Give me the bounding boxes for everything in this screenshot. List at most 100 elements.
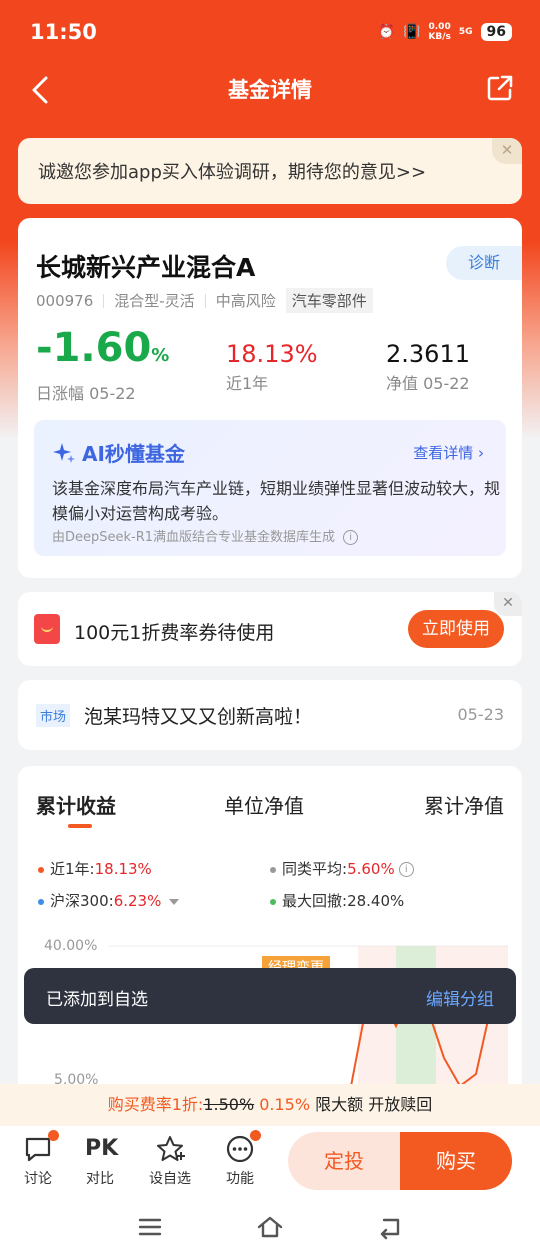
net-speed: 0.00 KB/s [428,22,450,42]
fund-type: 混合型-灵活 [114,292,195,310]
legend-near-year: 近1年:18.13% [38,858,152,879]
fee-discounted: 0.15% [259,1095,311,1114]
fund-summary-card: 长城新兴产业混合A 诊断 000976 混合型-灵活 中高风险 汽车零部件 -1… [18,218,522,418]
legend-value: 6.23% [113,892,162,910]
pk-icon: PK [85,1136,119,1161]
toast-notification: 已添加到自选 编辑分组 [24,968,516,1024]
chart-tabs: 累计收益 单位净值 累计净值 [18,790,522,830]
home-icon[interactable] [256,1214,284,1240]
year-return-metric: 18.13% 近1年 [226,340,318,394]
performance-chart-card: 累计收益 单位净值 累计净值 近1年:18.13% 同类平均:5.60% i 沪深… [18,766,522,1126]
coupon-banner: 100元1折费率券待使用 立即使用 ✕ [18,592,522,666]
info-icon[interactable]: i [343,530,359,545]
ai-source-text: 由DeepSeek-R1满血版结合专业基金数据库生成 [52,530,336,545]
menu-icon[interactable] [136,1214,164,1240]
legend-label: 同类平均: [282,860,348,878]
news-item[interactable]: 市场 泡某玛特又又又创新高啦！ 05-23 [18,680,522,750]
nav-bar: 基金详情 [0,68,540,112]
fund-risk: 中高风险 [215,292,276,310]
daily-change-number: -1.60 [36,325,152,371]
discuss-button[interactable]: 讨论 [13,1130,63,1188]
ai-description: 该基金深度布局汽车产业链，短期业绩弹性显著但波动较大，规模偏小对运营构成考验。 [52,479,501,523]
legend-max-drawdown: 最大回撤:28.40% [270,890,404,911]
info-icon[interactable]: i [398,862,414,877]
survey-text: 诚邀您参加app买入体验调研，期待您的意见>> [38,162,427,183]
legend-dot [270,866,276,873]
daily-change-unit: % [151,345,170,366]
fund-industry-tag[interactable]: 汽车零部件 [285,288,373,313]
ai-detail-link-text: 查看详情 [413,444,474,462]
fund-name: 长城新兴产业混合A [36,253,256,282]
nav-label: 净值 05-22 [386,374,470,393]
system-nav-bar [0,1196,540,1260]
news-date: 05-23 [457,705,505,724]
bottom-action-bar: 讨论 PK 对比 设自选 功能 定投 购买 [0,1126,540,1196]
chevron-right-icon: › [478,444,484,462]
legend-dot [38,898,44,905]
status-bar: 11:50 ⏰ 📳 0.00 KB/s 5G 96 [0,0,540,68]
vibrate-icon: 📳 [402,24,421,40]
functions-label: 功能 [226,1171,254,1187]
compare-label: 对比 [86,1171,114,1187]
news-text: 泡某玛特又又又创新高啦！ [84,706,313,728]
back-icon[interactable] [376,1214,404,1240]
fund-code: 000976 [36,291,94,310]
ai-title: AI秒懂基金 [52,438,185,467]
star-plus-icon [155,1134,185,1164]
divider [204,293,206,308]
use-now-button[interactable]: 立即使用 [408,610,504,648]
tab-cumulative-nav[interactable]: 累计净值 [424,790,504,819]
tab-unit-nav[interactable]: 单位净值 [224,790,304,819]
diagnose-button[interactable]: 诊断 [446,246,522,280]
fee-suffix: 限大额 开放赎回 [315,1095,433,1114]
more-functions-icon [225,1130,261,1164]
page-title: 基金详情 [228,78,312,102]
close-icon[interactable]: ✕ [494,592,522,616]
survey-banner[interactable]: 诚邀您参加app买入体验调研，期待您的意见>> ✕ [18,138,522,204]
share-icon[interactable] [486,74,514,102]
fee-prefix: 购买费率1折: [107,1095,204,1114]
coupon-text: 100元1折费率券待使用 [74,622,275,644]
ai-title-text: AI秒懂基金 [82,442,185,466]
fund-tags: 000976 混合型-灵活 中高风险 汽车零部件 [36,288,383,313]
ai-summary-card: AI秒懂基金 查看详情 › 该基金深度布局汽车产业链，短期业绩弹性显著但波动较大… [18,418,522,578]
close-icon[interactable]: ✕ [492,138,522,164]
ai-summary-box[interactable]: AI秒懂基金 查看详情 › 该基金深度布局汽车产业链，短期业绩弹性显著但波动较大… [34,420,506,556]
notification-dot [48,1130,59,1141]
year-return-value: 18.13% [226,340,318,368]
buy-button[interactable]: 购买 [400,1132,512,1190]
nav-metric: 2.3611 净值 05-22 [386,340,470,394]
legend-label: 近1年: [50,860,95,878]
status-time: 11:50 [30,20,97,44]
compare-button[interactable]: PK 对比 [75,1134,125,1188]
signal-icon: 5G [458,27,473,37]
edit-group-link[interactable]: 编辑分组 [426,985,494,1010]
alarm-icon: ⏰ [377,24,395,40]
divider [103,293,105,308]
fixed-invest-button[interactable]: 定投 [288,1132,400,1190]
fee-rate-bar: 购买费率1折:1.50% 0.15% 限大额 开放赎回 [0,1084,540,1126]
legend-label: 沪深300: [50,892,114,910]
legend-peer-avg: 同类平均:5.60% i [270,858,414,879]
tab-cumulative-return[interactable]: 累计收益 [36,790,116,819]
add-watchlist-button[interactable]: 设自选 [145,1134,195,1188]
status-icons: ⏰ 📳 0.00 KB/s 5G 96 [377,22,512,42]
daily-change-value: -1.60% [36,326,169,378]
toast-text: 已添加到自选 [46,990,148,1010]
nav-value: 2.3611 [386,340,470,368]
battery-icon: 96 [480,23,512,41]
sparkle-icon [53,442,75,463]
legend-dot [270,898,276,905]
ai-detail-link[interactable]: 查看详情 › [413,442,484,463]
functions-button[interactable]: 功能 [215,1130,265,1188]
net-speed-unit: KB/s [428,32,451,42]
legend-value: 28.40% [347,892,405,910]
dropdown-caret-icon [169,898,180,905]
red-envelope-icon [34,614,60,644]
notification-dot [250,1130,261,1141]
daily-change-metric: -1.60% 日涨幅 05-22 [36,326,169,404]
fee-original: 1.50% [203,1095,255,1114]
legend-hs300[interactable]: 沪深300:6.23% [38,890,180,911]
news-tag: 市场 [36,704,71,727]
daily-change-label: 日涨幅 05-22 [36,384,136,403]
